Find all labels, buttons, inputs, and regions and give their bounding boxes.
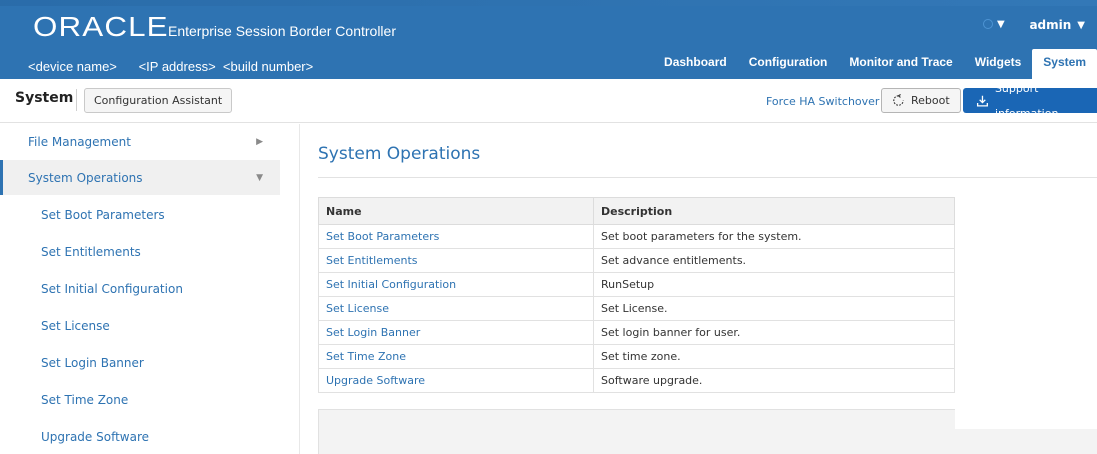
table-row[interactable]: Set Login Banner Set login banner for us… <box>318 320 955 345</box>
force-ha-switchover-link[interactable]: Force HA Switchover <box>766 95 879 108</box>
table-row[interactable]: Set Entitlements Set advance entitlement… <box>318 248 955 273</box>
row-description: Set License. <box>593 296 955 321</box>
content-title: System Operations <box>318 144 481 164</box>
tab-widgets[interactable]: Widgets <box>964 49 1033 79</box>
device-info: <device name> <IP address> <build number… <box>28 59 314 74</box>
caret-down-icon: ▼ <box>1077 19 1085 31</box>
sidebar: File Management ▶ System Operations ▼ Se… <box>0 124 280 454</box>
tab-system[interactable]: System <box>1032 49 1097 79</box>
table-footer-gap <box>955 409 1097 429</box>
configuration-assistant-button[interactable]: Configuration Assistant <box>84 88 233 113</box>
table-row[interactable]: Set Time Zone Set time zone. <box>318 344 955 369</box>
page-title: System <box>15 90 74 106</box>
sidebar-subitem-set-boot-parameters[interactable]: Set Boot Parameters <box>41 208 165 222</box>
column-header-description[interactable]: Description <box>593 197 955 225</box>
table-row[interactable]: Set Initial Configuration RunSetup <box>318 272 955 297</box>
table-row[interactable]: Set Boot Parameters Set boot parameters … <box>318 224 955 249</box>
sidebar-subitem-set-time-zone[interactable]: Set Time Zone <box>41 393 128 407</box>
title-divider <box>76 89 77 111</box>
reboot-label: Reboot <box>911 94 950 107</box>
row-description: Set advance entitlements. <box>593 248 955 273</box>
row-name-link[interactable]: Set Entitlements <box>318 248 594 273</box>
title-divider <box>318 177 1097 178</box>
row-description: Set login banner for user. <box>593 320 955 345</box>
sidebar-item-file-management[interactable]: File Management ▶ <box>0 124 280 159</box>
sidebar-subitem-set-initial-configuration[interactable]: Set Initial Configuration <box>41 282 183 296</box>
sidebar-subitem-set-license[interactable]: Set License <box>41 319 110 333</box>
table-header-row: Name Description <box>318 197 955 225</box>
oracle-logo: ORACLE <box>33 11 169 42</box>
panel-divider <box>299 124 300 454</box>
sidebar-subitem-set-entitlements[interactable]: Set Entitlements <box>41 245 141 259</box>
row-description: Software upgrade. <box>593 368 955 393</box>
row-name-link[interactable]: Set Login Banner <box>318 320 594 345</box>
row-description: Set boot parameters for the system. <box>593 224 955 249</box>
username: admin <box>1029 18 1072 32</box>
tab-dashboard[interactable]: Dashboard <box>653 49 738 79</box>
subheader-toolbar: System Configuration Assistant Force HA … <box>0 79 1097 123</box>
caret-down-icon: ▼ <box>997 18 1005 30</box>
sidebar-item-label: System Operations <box>28 170 143 185</box>
reboot-icon <box>893 94 904 106</box>
sidebar-subitem-upgrade-software[interactable]: Upgrade Software <box>41 430 149 444</box>
row-name-link[interactable]: Set Initial Configuration <box>318 272 594 297</box>
row-name-link[interactable]: Set Boot Parameters <box>318 224 594 249</box>
sidebar-item-label: File Management <box>28 134 131 149</box>
tab-configuration[interactable]: Configuration <box>738 49 839 79</box>
row-name-link[interactable]: Set License <box>318 296 594 321</box>
download-icon <box>976 95 988 106</box>
system-operations-table: Name Description Set Boot Parameters Set… <box>318 197 955 393</box>
user-menu[interactable]: admin ▼ <box>1029 18 1085 32</box>
row-description: RunSetup <box>593 272 955 297</box>
chevron-down-icon: ▼ <box>256 172 263 183</box>
table-row[interactable]: Upgrade Software Software upgrade. <box>318 368 955 393</box>
row-description: Set time zone. <box>593 344 955 369</box>
row-name-link[interactable]: Upgrade Software <box>318 368 594 393</box>
app-header: ORACLE Enterprise Session Border Control… <box>0 0 1097 79</box>
notifications-menu[interactable]: ▼ <box>983 17 1009 31</box>
sidebar-item-system-operations[interactable]: System Operations ▼ <box>0 160 280 195</box>
header-stripe <box>0 0 1097 6</box>
support-information-button[interactable]: Support information <box>963 82 1097 120</box>
app-title: Enterprise Session Border Controller <box>168 23 396 39</box>
main-nav: Dashboard Configuration Monitor and Trac… <box>653 49 1097 79</box>
reboot-button[interactable]: Reboot <box>881 88 961 113</box>
table-row[interactable]: Set License Set License. <box>318 296 955 321</box>
notification-icon <box>983 19 993 29</box>
sidebar-subitem-set-login-banner[interactable]: Set Login Banner <box>41 356 144 370</box>
support-label: Support information <box>994 81 1059 120</box>
chevron-right-icon: ▶ <box>256 136 263 147</box>
column-header-name[interactable]: Name <box>318 197 594 225</box>
tab-monitor-and-trace[interactable]: Monitor and Trace <box>838 49 963 79</box>
row-name-link[interactable]: Set Time Zone <box>318 344 594 369</box>
